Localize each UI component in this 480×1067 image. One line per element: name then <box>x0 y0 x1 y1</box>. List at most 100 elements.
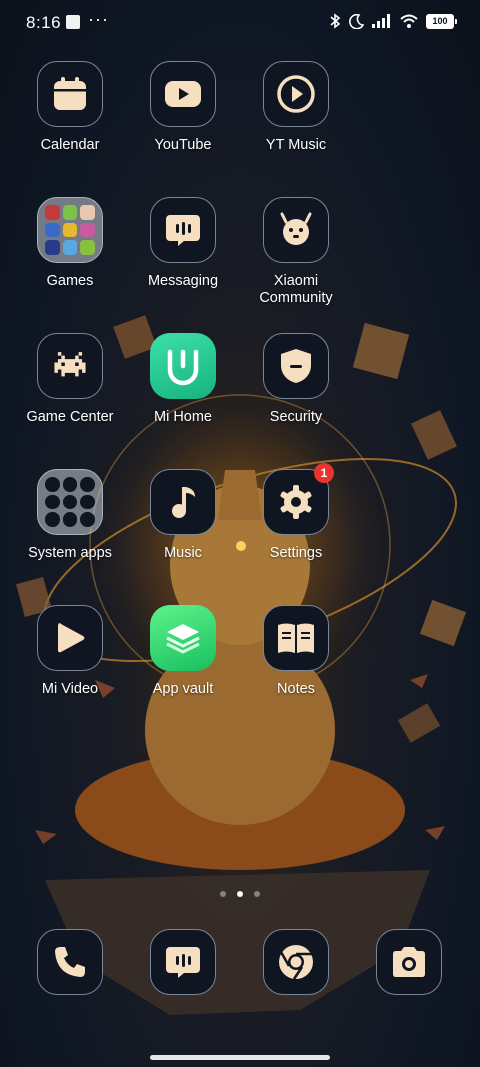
play-icon <box>58 623 85 653</box>
more-notifications-icon: ··· <box>88 9 109 29</box>
game-thumb-icon <box>62 205 78 220</box>
app-label: Notes <box>277 681 315 697</box>
system-app-thumb-icon <box>62 477 78 492</box>
dock-messaging[interactable] <box>123 929 243 995</box>
bluetooth-icon <box>330 13 341 29</box>
camera-app-icon[interactable] <box>376 929 442 995</box>
phone-app-icon[interactable] <box>37 929 103 995</box>
app-label: Calendar <box>40 137 100 153</box>
app-label: System apps <box>28 545 112 561</box>
system-app-thumb-icon <box>62 494 78 510</box>
app-youtube[interactable]: YouTube <box>123 61 243 154</box>
app-label: Music <box>164 545 202 561</box>
page-dot[interactable] <box>220 891 226 897</box>
app-notes[interactable]: Notes <box>236 605 356 698</box>
mi-home-logo-icon <box>167 349 199 386</box>
app-game-center[interactable]: Game Center <box>10 333 130 426</box>
game-thumb-icon <box>80 240 95 255</box>
app-music[interactable]: Music <box>123 469 243 562</box>
app-label: Game Center <box>26 409 114 425</box>
app-security[interactable]: Security <box>236 333 356 426</box>
game-thumb-icon <box>45 222 60 238</box>
dock-camera[interactable] <box>349 929 469 995</box>
game-thumb-icon <box>62 240 78 255</box>
game-thumb-icon <box>80 222 95 238</box>
signal-icon <box>372 14 390 28</box>
xiaomi-community-app-icon[interactable] <box>263 197 329 263</box>
notification-square-icon <box>66 15 80 29</box>
system-app-thumb-icon <box>45 512 60 527</box>
open-book-icon <box>278 623 314 653</box>
calendar-icon <box>54 77 86 110</box>
space-invader-icon <box>54 352 86 377</box>
chrome-app-icon[interactable] <box>263 929 329 995</box>
app-label: Mi Video <box>41 681 99 697</box>
page-dot[interactable] <box>254 891 260 897</box>
games-folder-icon[interactable] <box>37 197 103 263</box>
music-app-icon[interactable] <box>150 469 216 535</box>
game-center-app-icon[interactable] <box>37 333 103 399</box>
wifi-icon <box>400 14 418 28</box>
gear-icon <box>280 485 312 519</box>
messaging-app-icon[interactable] <box>150 929 216 995</box>
app-mi-video[interactable]: Mi Video <box>10 605 130 698</box>
app-settings[interactable]: 1 Settings <box>236 463 356 562</box>
notes-app-icon[interactable] <box>263 605 329 671</box>
folder-games[interactable]: Games <box>10 197 130 290</box>
layers-icon <box>166 624 200 654</box>
game-thumb-icon <box>62 222 78 238</box>
dock-phone[interactable] <box>10 929 130 995</box>
notification-badge: 1 <box>314 463 334 483</box>
home-gesture-bar[interactable] <box>150 1055 330 1060</box>
calendar-app-icon[interactable] <box>37 61 103 127</box>
mi-video-app-icon[interactable] <box>37 605 103 671</box>
status-icons: 100 <box>329 13 457 29</box>
game-thumb-icon <box>45 205 60 220</box>
status-time: 8:16 <box>26 13 62 32</box>
app-vault-app-icon[interactable] <box>150 605 216 671</box>
messaging-app-icon[interactable] <box>150 197 216 263</box>
app-label: App vault <box>152 681 214 697</box>
app-label: Mi Home <box>153 409 212 425</box>
app-label: Xiaomi Community <box>259 273 333 306</box>
app-label: YT Music <box>265 137 327 153</box>
moon-icon <box>349 13 364 29</box>
yt-music-icon <box>277 75 315 113</box>
mascot-icon <box>280 212 312 245</box>
message-bubble-icon <box>166 947 200 978</box>
status-bar: 8:16 ··· 100 <box>0 0 480 46</box>
system-app-thumb-icon <box>45 494 60 510</box>
youtube-icon <box>165 81 201 107</box>
page-indicator[interactable] <box>0 891 480 897</box>
youtube-app-icon[interactable] <box>150 61 216 127</box>
settings-app-icon[interactable]: 1 <box>263 463 334 535</box>
system-app-thumb-icon <box>80 477 95 492</box>
app-app-vault[interactable]: App vault <box>123 605 243 698</box>
app-yt-music[interactable]: YT Music <box>236 61 356 154</box>
chrome-icon <box>279 945 313 980</box>
app-xiaomi-community[interactable]: Xiaomi Community <box>236 197 356 307</box>
app-label: Security <box>269 409 323 425</box>
system-apps-folder-icon[interactable] <box>37 469 103 535</box>
dock-chrome[interactable] <box>236 929 356 995</box>
system-app-thumb-icon <box>45 477 60 492</box>
phone-icon <box>55 947 85 977</box>
folder-system-apps[interactable]: System apps <box>10 469 130 562</box>
shield-icon <box>281 349 311 383</box>
mi-home-app-icon[interactable] <box>150 333 216 399</box>
app-label: Games <box>46 273 94 289</box>
game-thumb-icon <box>45 240 60 255</box>
page-dot-active[interactable] <box>237 891 243 897</box>
security-app-icon[interactable] <box>263 333 329 399</box>
battery-indicator: 100 <box>426 13 457 29</box>
yt-music-app-icon[interactable] <box>263 61 329 127</box>
app-mi-home[interactable]: Mi Home <box>123 333 243 426</box>
message-bubble-icon <box>166 215 200 246</box>
app-label: YouTube <box>154 137 212 153</box>
app-label: Messaging <box>147 273 219 289</box>
app-label: Settings <box>269 545 323 561</box>
app-calendar[interactable]: Calendar <box>10 61 130 154</box>
music-note-icon <box>172 487 195 518</box>
app-messaging[interactable]: Messaging <box>123 197 243 290</box>
game-thumb-icon <box>80 205 95 220</box>
